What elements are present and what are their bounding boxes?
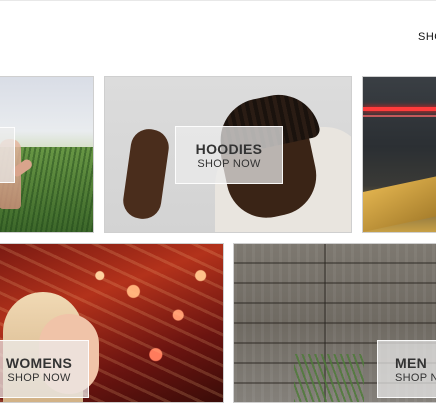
tile-image-plant: [294, 354, 364, 402]
header-shop-link[interactable]: SHO: [418, 31, 436, 43]
hoodies-title: HOODIES: [195, 141, 263, 157]
womens-title: WOMENS: [5, 355, 73, 371]
mens-title: MEN: [395, 355, 428, 371]
category-tile-hoodies[interactable]: HOODIES SHOP NOW: [104, 76, 352, 233]
hoodies-shop-now-link[interactable]: SHOP NOW: [176, 158, 282, 170]
tile-image-curb: [363, 174, 436, 232]
tile-image-hand: [120, 126, 172, 222]
tile-image-light-streak: [363, 107, 436, 111]
category-tile-mens[interactable]: MEN SHOP NO: [233, 243, 436, 403]
category-tile-nature[interactable]: [0, 76, 94, 233]
tile-image-light-streak-2: [363, 115, 436, 117]
category-tile-womens[interactable]: WOMENS SHOP NOW: [0, 243, 224, 403]
womens-shop-now-link[interactable]: SHOP NOW: [0, 372, 88, 384]
womens-overlay[interactable]: WOMENS SHOP NOW: [0, 340, 89, 398]
mens-shop-now-link[interactable]: SHOP NO: [395, 372, 436, 384]
tile-overlay-box: [0, 127, 15, 183]
mens-overlay[interactable]: MEN SHOP NO: [377, 340, 436, 398]
hoodies-overlay[interactable]: HOODIES SHOP NOW: [175, 126, 283, 184]
category-tile-street[interactable]: [362, 76, 436, 233]
top-divider: [0, 0, 436, 1]
